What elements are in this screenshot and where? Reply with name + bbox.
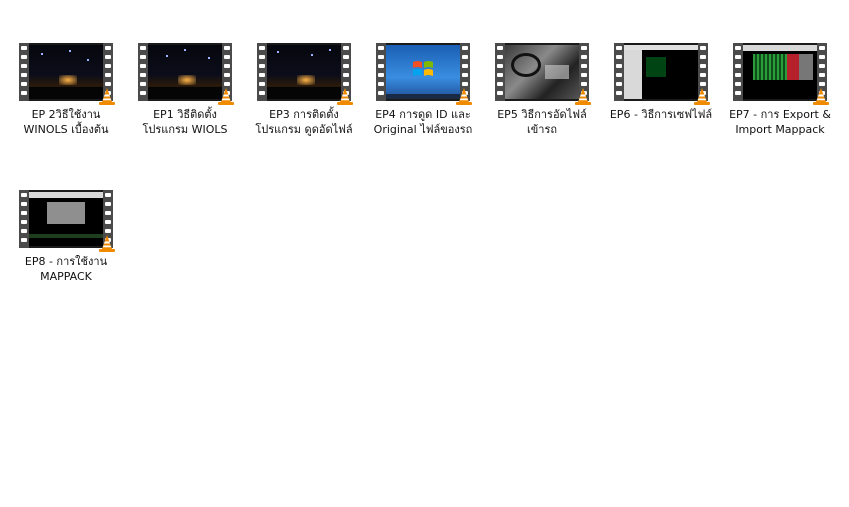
file-name-label: EP3 การติดตั้งโปรแกรม ดูดอัดไฟล์ [255, 108, 353, 136]
vlc-cone-icon [99, 235, 115, 252]
video-thumbnail [138, 43, 234, 105]
video-thumbnail [614, 43, 710, 105]
video-thumbnail [495, 43, 591, 105]
video-file-item[interactable]: EP3 การติดตั้งโปรแกรม ดูดอัดไฟล์ [248, 43, 360, 183]
vlc-cone-icon [218, 88, 234, 105]
vlc-cone-icon [694, 88, 710, 105]
file-grid: EP 2วิธีใช้งาน WINOLS เบื้องต้น EP1 วิธี… [0, 0, 849, 507]
video-file-item[interactable]: EP6 - วิธีการเซฟไฟล์ [605, 43, 717, 183]
file-name-label: EP8 - การใช้งาน MAPPACK [24, 255, 108, 283]
file-name-label: EP5 วิธีการอัดไฟล์เข้ารถ [497, 108, 587, 136]
file-name-label: EP6 - วิธีการเซฟไฟล์ [609, 108, 713, 121]
file-name-label: EP 2วิธีใช้งาน WINOLS เบื้องต้น [23, 108, 109, 136]
file-name-label: EP1 วิธีติดตั้งโปรแกรม WIOLS [142, 108, 228, 136]
video-file-item[interactable]: EP8 - การใช้งาน MAPPACK [10, 190, 122, 330]
video-thumbnail [257, 43, 353, 105]
video-thumbnail [376, 43, 472, 105]
vlc-cone-icon [813, 88, 829, 105]
video-file-item[interactable]: EP5 วิธีการอัดไฟล์เข้ารถ [486, 43, 598, 183]
file-name-label: EP4 การดูด ID และ Original ไฟล์ของรถ [373, 108, 473, 136]
video-file-item[interactable]: EP4 การดูด ID และ Original ไฟล์ของรถ [367, 43, 479, 183]
file-name-label: EP7 - การ Export & Import Mappack [729, 108, 831, 136]
video-file-item[interactable]: EP 2วิธีใช้งาน WINOLS เบื้องต้น [10, 43, 122, 183]
video-thumbnail [733, 43, 829, 105]
vlc-cone-icon [456, 88, 472, 105]
video-file-item[interactable]: EP7 - การ Export & Import Mappack [724, 43, 836, 183]
video-file-item[interactable]: EP1 วิธีติดตั้งโปรแกรม WIOLS [129, 43, 241, 183]
vlc-cone-icon [337, 88, 353, 105]
vlc-cone-icon [99, 88, 115, 105]
vlc-cone-icon [575, 88, 591, 105]
video-thumbnail [19, 43, 115, 105]
video-thumbnail [19, 190, 115, 252]
